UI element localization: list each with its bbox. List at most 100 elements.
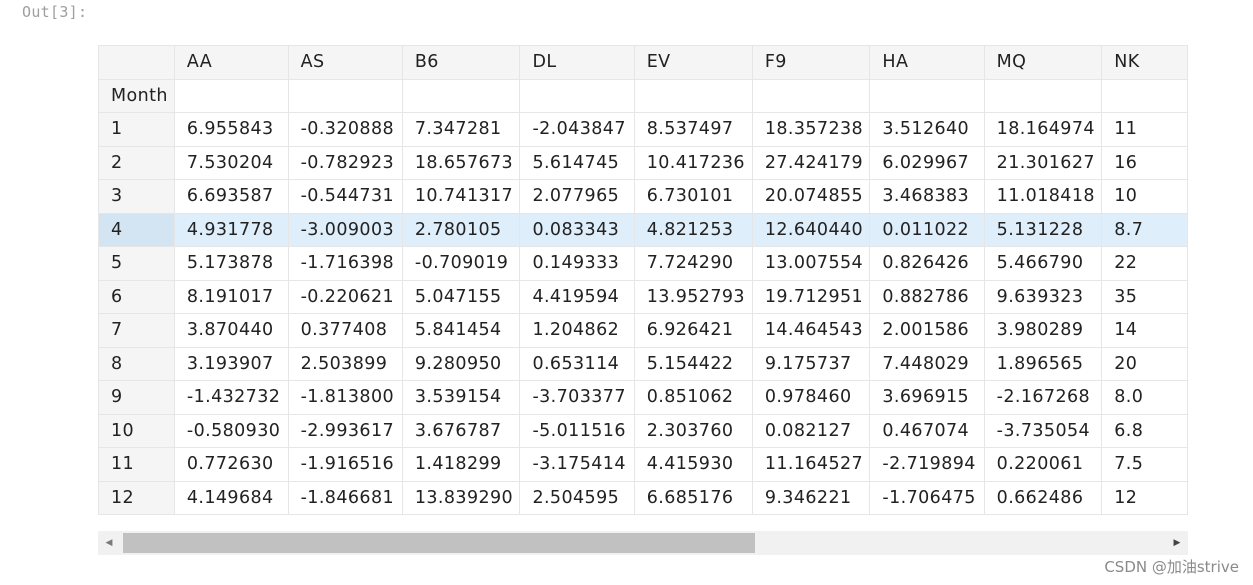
- corner-header-cell: [98, 45, 175, 80]
- table-cell: 0.149333: [519, 246, 635, 281]
- row-index-cell: 6: [98, 279, 175, 314]
- table-row: 4 4.931778 -3.009003 2.780105 0.083343 4.8212…: [98, 212, 1188, 247]
- table-cell: -2.167268: [983, 380, 1103, 415]
- table-cell: 0.978460: [751, 380, 871, 415]
- table-cell: -1.706475: [869, 480, 985, 515]
- table-cell: 8.191017: [173, 279, 289, 314]
- table-cell: -2.993617: [287, 413, 403, 448]
- column-header-ha: HA: [869, 45, 985, 80]
- table-cell: 7.5: [1101, 447, 1188, 482]
- table-cell: 8.537497: [633, 112, 753, 147]
- table-cell: 8.7: [1101, 212, 1188, 247]
- table-cell: 16: [1101, 145, 1188, 180]
- table-cell: 0.662486: [983, 480, 1103, 515]
- row-index-cell: 2: [98, 145, 175, 180]
- table-cell: 7.724290: [633, 246, 753, 281]
- table-row: 11 0.772630 -1.916516 1.418299 -3.175414 4.41…: [98, 447, 1188, 482]
- table-cell: 0.011022: [869, 212, 985, 247]
- table-cell: 0.377408: [287, 313, 403, 348]
- dataframe-viewport[interactable]: AA AS B6 DL EV F9 HA MQ NK Month 1 6.955843 -0.320…: [98, 45, 1188, 530]
- table-cell: 0.882786: [869, 279, 985, 314]
- table-cell: 6.8: [1101, 413, 1188, 448]
- scroll-left-arrow-icon[interactable]: ◀: [98, 531, 120, 555]
- table-cell: -1.716398: [287, 246, 403, 281]
- table-row: 2 7.530204 -0.782923 18.657673 5.614745 10.41…: [98, 145, 1188, 180]
- table-cell: 7.530204: [173, 145, 289, 180]
- table-cell: 9.346221: [751, 480, 871, 515]
- table-cell: 2.001586: [869, 313, 985, 348]
- watermark: CSDN @加油strive: [1104, 558, 1239, 576]
- table-cell: 18.657673: [401, 145, 521, 180]
- row-index-cell: 8: [98, 346, 175, 381]
- table-cell: -1.813800: [287, 380, 403, 415]
- table-row: 7 3.870440 0.377408 5.841454 1.204862 6.92642…: [98, 313, 1188, 348]
- empty-cell: [519, 78, 635, 113]
- empty-cell: [1101, 78, 1188, 113]
- table-cell: 0.772630: [173, 447, 289, 482]
- dataframe-table: AA AS B6 DL EV F9 HA MQ NK Month 1 6.955843 -0.320…: [98, 45, 1188, 515]
- table-cell: 22: [1101, 246, 1188, 281]
- table-cell: 4.821253: [633, 212, 753, 247]
- table-cell: -0.544731: [287, 179, 403, 214]
- table-row: 10 -0.580930 -2.993617 3.676787 -5.011516 2.3…: [98, 413, 1188, 448]
- table-cell: 3.696915: [869, 380, 985, 415]
- table-cell: 3.512640: [869, 112, 985, 147]
- table-cell: 0.653114: [519, 346, 635, 381]
- column-header-dl: DL: [519, 45, 635, 80]
- table-cell: 18.357238: [751, 112, 871, 147]
- table-cell: 8.0: [1101, 380, 1188, 415]
- table-cell: 2.303760: [633, 413, 753, 448]
- horizontal-scrollbar[interactable]: ◀ ▶: [98, 531, 1188, 555]
- table-cell: 6.029967: [869, 145, 985, 180]
- table-cell: 6.926421: [633, 313, 753, 348]
- table-cell: -0.580930: [173, 413, 289, 448]
- row-index-cell: 9: [98, 380, 175, 415]
- table-cell: 14.464543: [751, 313, 871, 348]
- scroll-right-arrow-icon[interactable]: ▶: [1166, 531, 1188, 555]
- table-cell: 2.780105: [401, 212, 521, 247]
- table-cell: 5.841454: [401, 313, 521, 348]
- column-header-mq: MQ: [983, 45, 1103, 80]
- empty-cell: [751, 78, 871, 113]
- table-cell: 3.870440: [173, 313, 289, 348]
- table-cell: -3.703377: [519, 380, 635, 415]
- table-cell: 2.077965: [519, 179, 635, 214]
- table-cell: 11: [1101, 112, 1188, 147]
- table-cell: -5.011516: [519, 413, 635, 448]
- row-index-cell: 7: [98, 313, 175, 348]
- empty-cell: [173, 78, 289, 113]
- table-cell: 4.149684: [173, 480, 289, 515]
- table-cell: 0.851062: [633, 380, 753, 415]
- table-cell: 5.466790: [983, 246, 1103, 281]
- table-cell: -0.320888: [287, 112, 403, 147]
- scrollbar-thumb[interactable]: [123, 533, 755, 553]
- output-prompt: Out[3]:: [22, 3, 88, 21]
- table-cell: -3.175414: [519, 447, 635, 482]
- table-cell: 6.730101: [633, 179, 753, 214]
- table-cell: 11.018418: [983, 179, 1103, 214]
- table-cell: 21.301627: [983, 145, 1103, 180]
- table-cell: 10.417236: [633, 145, 753, 180]
- table-cell: 35: [1101, 279, 1188, 314]
- empty-cell: [633, 78, 753, 113]
- row-index-cell: 5: [98, 246, 175, 281]
- column-header-row: AA AS B6 DL EV F9 HA MQ NK: [98, 45, 1188, 80]
- table-cell: 3.539154: [401, 380, 521, 415]
- row-index-cell: 10: [98, 413, 175, 448]
- table-cell: 9.280950: [401, 346, 521, 381]
- table-cell: 3.676787: [401, 413, 521, 448]
- table-cell: -1.916516: [287, 447, 403, 482]
- table-cell: -0.220621: [287, 279, 403, 314]
- table-cell: -3.009003: [287, 212, 403, 247]
- empty-cell: [401, 78, 521, 113]
- table-cell: 0.083343: [519, 212, 635, 247]
- table-cell: 5.047155: [401, 279, 521, 314]
- table-cell: 18.164974: [983, 112, 1103, 147]
- table-cell: 14: [1101, 313, 1188, 348]
- table-cell: 10.741317: [401, 179, 521, 214]
- row-index-cell: 12: [98, 480, 175, 515]
- table-cell: 1.418299: [401, 447, 521, 482]
- table-cell: 12.640440: [751, 212, 871, 247]
- column-header-aa: AA: [173, 45, 289, 80]
- table-row: 6 8.191017 -0.220621 5.047155 4.419594 13.952…: [98, 279, 1188, 314]
